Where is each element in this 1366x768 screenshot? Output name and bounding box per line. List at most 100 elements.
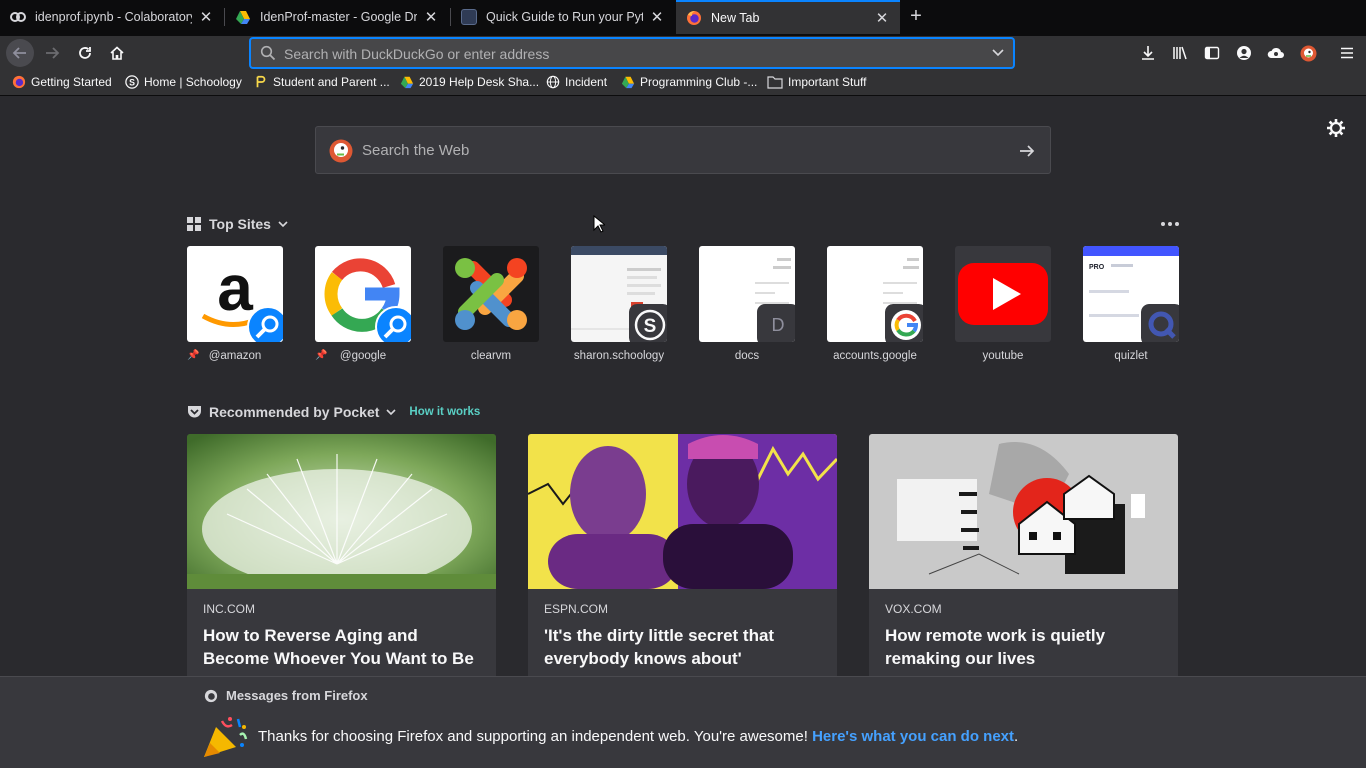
card-source: ESPN.COM [544, 602, 609, 616]
pocket-title: Recommended by Pocket [209, 404, 380, 420]
duckduckgo-icon [329, 139, 353, 163]
account-icon [1237, 46, 1251, 60]
reload-button[interactable] [71, 39, 99, 67]
pocket-header[interactable]: Recommended by Pocket How it works [187, 404, 480, 420]
firefox-icon [12, 75, 26, 89]
bookmark-label: 2019 Help Desk Sha... [419, 75, 540, 89]
account-button[interactable] [1230, 39, 1258, 67]
forward-button[interactable] [38, 39, 66, 67]
colab-icon [10, 9, 26, 25]
top-site-schoology[interactable]: S sharon.schoology [571, 246, 667, 362]
tab-quick-guide[interactable]: Quick Guide to Run your Python ✕ [451, 0, 675, 34]
whats-next-link[interactable]: Here's what you can do next [812, 728, 1014, 745]
google-icon [315, 246, 411, 342]
reload-icon [79, 47, 91, 59]
search-icon [260, 45, 276, 61]
bookmark-getting-started[interactable]: Getting Started [12, 75, 112, 89]
bookmark-programming-club[interactable]: Programming Club -... [621, 75, 757, 89]
back-arrow-icon [12, 47, 26, 59]
svg-text:S: S [129, 78, 135, 88]
close-icon[interactable]: ✕ [423, 8, 439, 26]
card-source: INC.COM [203, 602, 255, 616]
folder-icon [767, 75, 783, 89]
top-sites-header[interactable]: Top Sites [187, 216, 289, 232]
top-site-quizlet[interactable]: PRO quizlet [1083, 246, 1179, 362]
home-icon [110, 46, 124, 60]
library-button[interactable] [1166, 39, 1194, 67]
library-icon [1173, 46, 1187, 60]
address-bar[interactable]: Search with DuckDuckGo or enter address [250, 38, 1014, 68]
bookmark-student-parent[interactable]: Student and Parent ... [254, 75, 390, 89]
top-site-google[interactable]: 📌 @google [315, 246, 411, 362]
new-tab-plus-icon[interactable]: + [906, 6, 926, 26]
close-icon[interactable]: ✕ [874, 9, 890, 27]
web-search-box[interactable]: Search the Web [315, 126, 1051, 174]
quizlet-page-thumbnail: PRO [1083, 246, 1179, 342]
how-it-works-link[interactable]: How it works [409, 406, 480, 418]
remote-work-collage-image [869, 434, 1178, 589]
home-button[interactable] [103, 39, 131, 67]
downloads-button[interactable] [1134, 39, 1162, 67]
top-site-label: youtube [982, 350, 1024, 362]
bookmark-label: Important Stuff [788, 75, 867, 89]
bookmark-label: Incident [565, 75, 608, 89]
tab-new-tab[interactable]: New Tab ✕ [676, 0, 900, 34]
youtube-icon [955, 246, 1051, 342]
bookmarks-toolbar: Getting Started S Home | Schoology Stude… [0, 70, 1366, 96]
top-site-label: clearvm [470, 350, 512, 362]
messages-title: Messages from Firefox [226, 688, 368, 703]
firefox-icon [204, 689, 218, 702]
tab-google-drive[interactable]: IdenProf-master - Google Drive ✕ [225, 0, 449, 34]
messages-text: Thanks for choosing Firefox and supporti… [258, 728, 808, 745]
schoology-icon: S [629, 304, 667, 342]
bookmark-label: Home | Schoology [144, 75, 242, 89]
bookmark-label: Getting Started [31, 75, 112, 89]
google-icon [885, 304, 923, 342]
messages-trailing: . [1014, 728, 1019, 745]
sidebar-button[interactable] [1198, 39, 1226, 67]
firefox-icon [686, 10, 702, 26]
tab-title: IdenProf-master - Google Drive [260, 10, 417, 24]
bookmark-help-desk[interactable]: 2019 Help Desk Sha... [400, 75, 539, 89]
top-site-amazon[interactable]: a 📌 @amazon [187, 246, 283, 362]
tab-colab[interactable]: idenprof.ipynb - Colaboratory ✕ [0, 0, 224, 34]
extension-button[interactable] [1262, 39, 1290, 67]
arrow-right-icon[interactable] [1018, 142, 1036, 160]
bookmark-important-stuff[interactable]: Important Stuff [767, 75, 867, 89]
chevron-down-icon[interactable] [991, 47, 1005, 59]
top-site-youtube[interactable]: youtube [955, 246, 1051, 362]
bookmark-label: Programming Club -... [640, 75, 758, 89]
tab-title: New Tab [711, 11, 760, 25]
close-icon[interactable]: ✕ [649, 8, 665, 26]
page-thumbnail-icon [461, 9, 477, 25]
pocket-card-inc[interactable]: INC.COM How to Reverse Aging and Become … [187, 434, 496, 679]
menu-button[interactable] [1333, 39, 1361, 67]
top-site-label: @google [339, 350, 387, 362]
card-title: How remote work is quietly remaking our … [885, 626, 1106, 668]
party-popper-icon [204, 717, 248, 757]
pocket-card-espn[interactable]: ESPN.COM 'It's the dirty little secret t… [528, 434, 837, 679]
top-site-docs[interactable]: D docs [699, 246, 795, 362]
dandelion-image [187, 434, 496, 589]
duckduckgo-extension-button[interactable] [1294, 39, 1322, 67]
close-icon[interactable]: ✕ [198, 8, 214, 26]
pocket-card-vox[interactable]: VOX.COM How remote work is quietly remak… [869, 434, 1178, 679]
card-source: VOX.COM [885, 602, 942, 616]
tab-title: idenprof.ipynb - Colaboratory [35, 10, 192, 24]
top-site-clearvm[interactable]: clearvm [443, 246, 539, 362]
top-site-label: quizlet [1114, 350, 1148, 362]
mouse-cursor-icon [593, 215, 605, 233]
back-button[interactable] [6, 39, 34, 67]
search-badge-icon [375, 306, 411, 342]
bookmark-schoology[interactable]: S Home | Schoology [125, 75, 242, 89]
more-options-icon[interactable] [1160, 219, 1180, 229]
bookmark-incident[interactable]: Incident [546, 75, 607, 89]
quizlet-icon [1141, 304, 1179, 342]
cloud-extension-icon [1267, 47, 1284, 58]
top-site-accounts-google[interactable]: accounts.google [827, 246, 923, 362]
bookmark-label: Student and Parent ... [273, 75, 390, 89]
gear-icon[interactable] [1326, 118, 1346, 138]
athletes-image [528, 434, 837, 589]
address-bar-placeholder: Search with DuckDuckGo or enter address [284, 46, 550, 62]
download-icon [1142, 46, 1154, 60]
